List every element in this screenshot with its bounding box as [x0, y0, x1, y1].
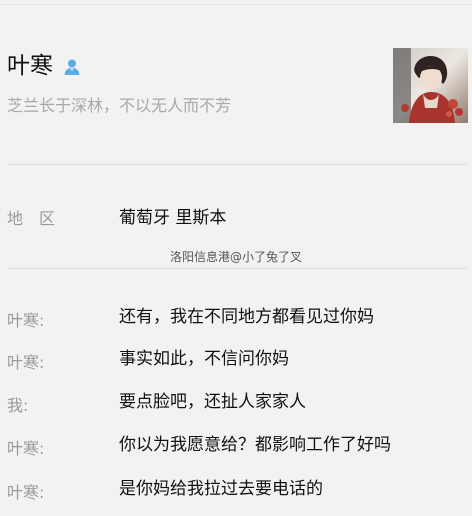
chat-text: 还有，我在不同地方都看见过你妈: [119, 307, 374, 327]
chat-message: 叶寒: 你以为我愿意给？都影响工作了好吗: [0, 434, 472, 458]
chat-speaker: 叶寒:: [7, 311, 45, 330]
avatar[interactable]: [393, 48, 468, 123]
chat-text: 你以为我愿意给？都影响工作了好吗: [119, 435, 391, 455]
avatar-photo: [393, 48, 468, 123]
chat-speaker: 叶寒:: [7, 353, 45, 372]
top-divider: [0, 4, 472, 5]
profile-signature: 芝兰长于深林，不以无人而不芳: [7, 96, 232, 115]
chat-text: 要点脸吧，还扯人家家人: [119, 392, 306, 412]
profile-name: 叶寒: [7, 53, 53, 79]
chat-message: 我: 要点脸吧，还扯人家家人: [0, 391, 472, 415]
chat-text: 是你妈给我拉过去要电话的: [119, 479, 323, 499]
chat-message: 叶寒: 是你妈给我拉过去要电话的: [0, 478, 472, 502]
chat-speaker: 叶寒:: [7, 439, 45, 458]
section-divider: [7, 268, 467, 269]
chat-message: 叶寒: 还有，我在不同地方都看见过你妈: [0, 306, 472, 330]
chat-message: 叶寒: 事实如此，不信问你妈: [0, 348, 472, 372]
watermark: 洛阳信息港@小了兔了叉: [169, 250, 302, 264]
chat-speaker: 叶寒:: [7, 483, 45, 502]
section-divider: [7, 164, 467, 165]
region-value: 葡萄牙 里斯本: [119, 208, 227, 228]
chat-text: 事实如此，不信问你妈: [119, 349, 289, 369]
profile-chat-screen: 叶寒 芝兰长于深林，不以无人而不芳 地区 葡萄牙 里斯本 洛阳信息港@小了兔了叉…: [0, 0, 472, 516]
region-label: 地区: [7, 209, 72, 228]
chat-speaker: 我:: [7, 396, 29, 415]
user-icon[interactable]: [63, 58, 81, 76]
